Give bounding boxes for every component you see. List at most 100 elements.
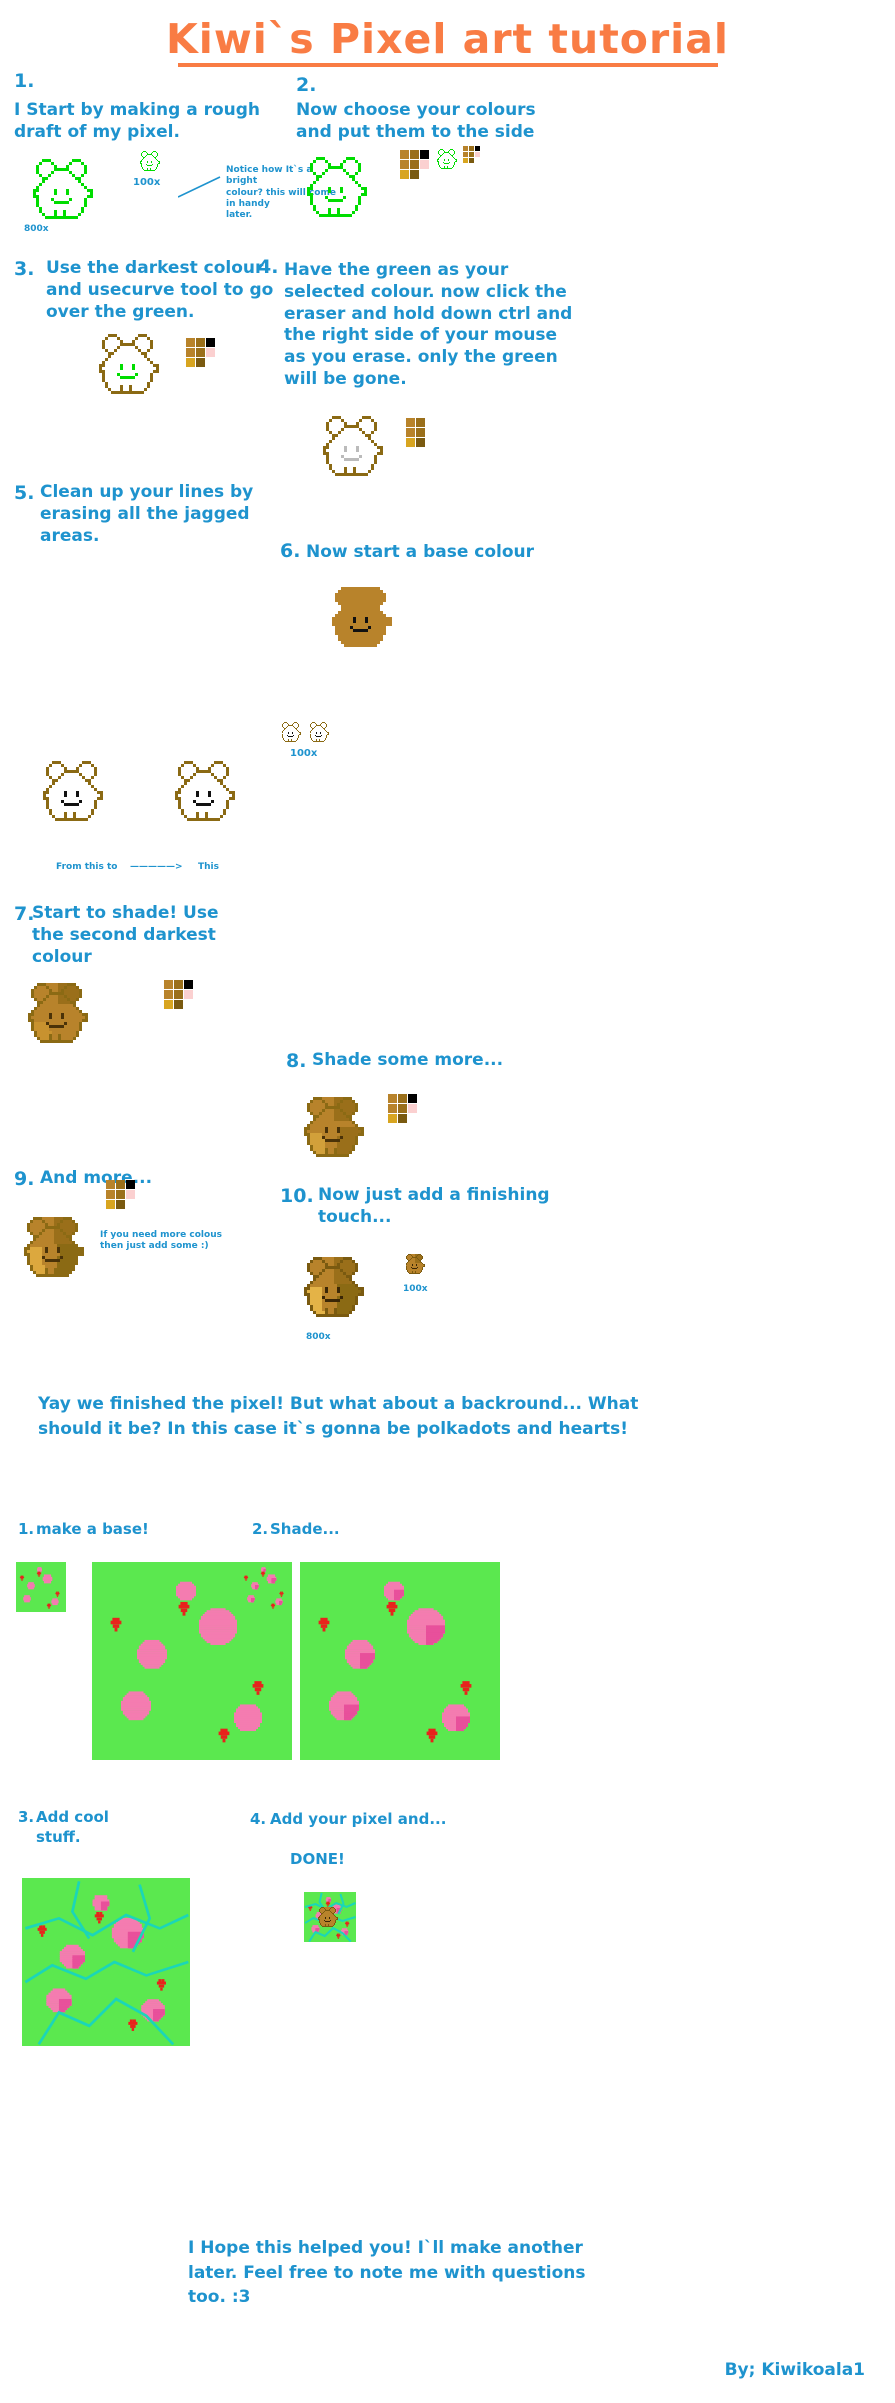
step-1-zoom-800x: 800x (24, 224, 49, 234)
background-final-with-pixel (304, 1892, 356, 1942)
palette-step-8 (388, 1094, 417, 1123)
background-tile-3-large (22, 1878, 190, 2046)
palette-swatch (388, 1104, 397, 1113)
palette-swatch (410, 170, 419, 179)
palette-swatch (184, 980, 193, 989)
step-10-text: Now just add a finishing touch... (318, 1185, 550, 1227)
palette-step-3 (186, 338, 215, 367)
step-1-number: 1. (14, 70, 35, 92)
creature-base-colour (330, 582, 404, 652)
bg-step-4-done: DONE! (290, 1850, 345, 1868)
palette-swatch (416, 438, 425, 447)
palette-swatch (469, 146, 474, 151)
creature-outline-green-small-2 (437, 148, 461, 170)
background-tile-2-small (240, 1562, 290, 1612)
step-5-caption-from: From this to (56, 862, 118, 872)
step-10-zoom-100x: 100x (403, 1284, 428, 1294)
step-10-zoom-800x: 800x (306, 1332, 331, 1342)
palette-swatch (398, 1094, 407, 1103)
palette-swatch (164, 1000, 173, 1009)
palette-swatch (475, 152, 480, 157)
palette-step-2-small (463, 146, 480, 163)
palette-swatch (206, 348, 215, 357)
step-4-text: Have the green as your selected colour. … (284, 260, 573, 389)
tutorial-page: Kiwi`s Pixel art tutorial 1. I Start by … (0, 0, 895, 2403)
palette-swatch (410, 160, 419, 169)
palette-step-7 (164, 980, 193, 1009)
palette-swatch (400, 160, 409, 169)
step-2-text: Now choose your colours and put them to … (296, 100, 536, 142)
palette-swatch (184, 1000, 193, 1009)
palette-swatch (420, 160, 429, 169)
creature-cleanup-small-1 (282, 722, 304, 742)
creature-shade-1 (26, 978, 100, 1048)
step-1-text: I Start by making a rough draft of my pi… (14, 100, 261, 142)
background-tile-1-small (16, 1562, 66, 1612)
step-1-zoom-100x: 100x (133, 177, 161, 188)
creature-cleanup-small-2 (310, 722, 332, 742)
creature-outline-brown-filled (98, 330, 170, 398)
step-5-caption-to: This (198, 862, 219, 872)
palette-swatch (408, 1114, 417, 1123)
bg-step-3-number: 3. (18, 1808, 35, 1826)
palette-swatch (406, 438, 415, 447)
palette-swatch (126, 1190, 135, 1199)
palette-swatch (463, 158, 468, 163)
closing-note: I Hope this helped you! I`ll make anothe… (188, 2238, 586, 2308)
bg-step-2-number: 2. (252, 1520, 269, 1538)
palette-step-2 (400, 150, 429, 179)
palette-swatch (400, 150, 409, 159)
step-7-text: Start to shade! Use the second darkest c… (32, 903, 219, 967)
palette-swatch (196, 358, 205, 367)
palette-swatch (116, 1200, 125, 1209)
step-8-number: 8. (286, 1050, 307, 1072)
creature-eraser-demo (322, 412, 394, 480)
bg-step-4-number: 4. (250, 1810, 267, 1828)
credit: By; Kiwikoala1 (724, 2360, 865, 2380)
palette-swatch (406, 428, 415, 437)
step-6-text: Now start a base colour (306, 542, 535, 562)
palette-swatch (388, 1114, 397, 1123)
palette-swatch (164, 980, 173, 989)
midsection-note: Yay we finished the pixel! But what abou… (38, 1394, 639, 1439)
creature-shade-3 (22, 1212, 96, 1282)
page-title: Kiwi`s Pixel art tutorial (0, 15, 895, 68)
palette-swatch (106, 1200, 115, 1209)
palette-swatch (463, 152, 468, 157)
palette-swatch (463, 146, 468, 151)
palette-swatch (416, 418, 425, 427)
palette-swatch (469, 152, 474, 157)
palette-step-9 (106, 1180, 135, 1209)
step-5-number: 5. (14, 482, 35, 504)
bg-step-4-text: Add your pixel and... (270, 1810, 447, 1828)
palette-swatch (408, 1104, 417, 1113)
palette-swatch (186, 338, 195, 347)
palette-swatch (420, 150, 429, 159)
palette-swatch (186, 348, 195, 357)
palette-swatch (469, 158, 474, 163)
palette-swatch (420, 170, 429, 179)
palette-swatch (196, 348, 205, 357)
step-2-number: 2. (296, 74, 317, 96)
title-underline (177, 63, 718, 68)
creature-outline-green-large-2 (296, 148, 388, 226)
creature-outline-green-small (140, 150, 164, 172)
step-6-number: 6. (280, 540, 301, 562)
palette-swatch (475, 158, 480, 163)
bg-step-1-number: 1. (18, 1520, 35, 1538)
palette-swatch (426, 438, 435, 447)
step-4-number: 4. (258, 256, 279, 278)
palette-swatch (410, 150, 419, 159)
palette-swatch (416, 428, 425, 437)
step-3-number: 3. (14, 258, 35, 280)
palette-swatch (388, 1094, 397, 1103)
page-title-text: Kiwi`s Pixel art tutorial (166, 15, 729, 63)
annotation-pointer-line (178, 176, 221, 198)
palette-swatch (206, 358, 215, 367)
palette-swatch (174, 1000, 183, 1009)
creature-final-small (406, 1254, 428, 1274)
step-10-number: 10. (280, 1185, 314, 1207)
creature-outline-green-large (22, 150, 114, 228)
palette-swatch (475, 146, 480, 151)
step-5-text: Clean up your lines by erasing all the j… (40, 482, 254, 546)
